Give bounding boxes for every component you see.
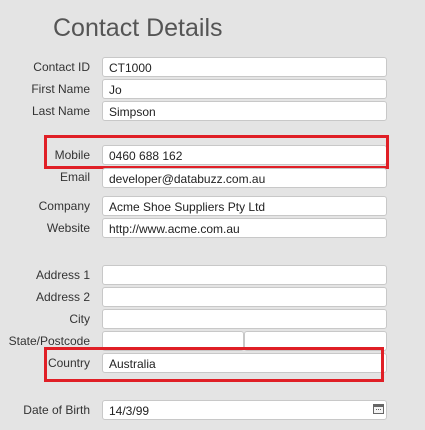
contact-id-field[interactable]: CT1000 — [102, 57, 387, 77]
state-postcode-label: State/Postcode — [8, 334, 90, 348]
company-label: Company — [38, 199, 90, 213]
company-field[interactable]: Acme Shoe Suppliers Pty Ltd — [102, 196, 387, 216]
address1-label: Address 1 — [35, 268, 90, 282]
website-field[interactable]: http://www.acme.com.au — [102, 218, 387, 238]
address2-label: Address 2 — [35, 290, 90, 304]
calendar-icon[interactable] — [373, 404, 384, 414]
city-label: City — [69, 312, 90, 326]
address1-field[interactable] — [102, 265, 387, 285]
page-title: Contact Details — [53, 14, 223, 42]
last-name-field[interactable]: Simpson — [102, 101, 387, 121]
city-field[interactable] — [102, 309, 387, 329]
contact-id-label: Contact ID — [33, 60, 90, 74]
last-name-label: Last Name — [31, 104, 90, 118]
dob-label: Date of Birth — [23, 403, 90, 417]
mobile-highlight-box — [44, 135, 389, 169]
address2-field[interactable] — [102, 287, 387, 307]
email-field[interactable]: developer@databuzz.com.au — [102, 168, 387, 188]
country-highlight-box — [44, 347, 384, 382]
email-label: Email — [59, 170, 90, 184]
first-name-label: First Name — [31, 82, 90, 96]
first-name-field[interactable]: Jo — [102, 79, 387, 99]
website-label: Website — [46, 221, 90, 235]
dob-field[interactable]: 14/3/99 — [102, 400, 387, 420]
